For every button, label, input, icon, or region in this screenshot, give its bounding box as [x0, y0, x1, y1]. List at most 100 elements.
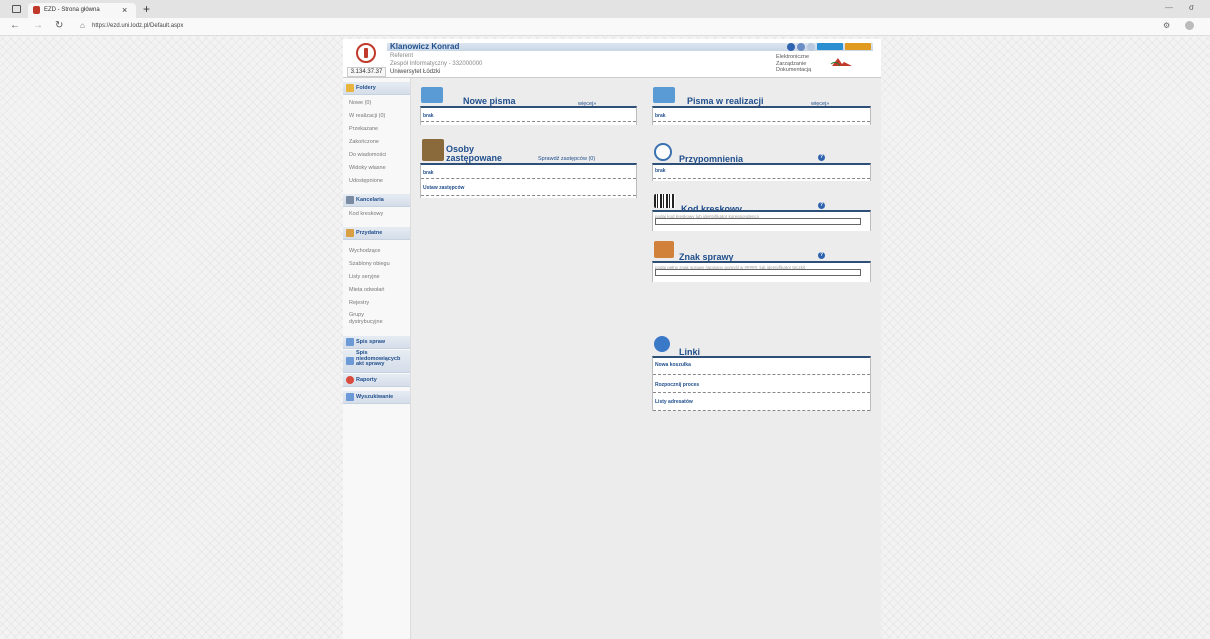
page-header: 3.134.37.37 Klanowicz Konrad Referent Ze… — [343, 39, 881, 78]
sidebar: Foldery Nowe (0) W realizacji (0) Przeka… — [343, 78, 411, 639]
sidebar-item-nowe[interactable]: Nowe (0) — [349, 100, 371, 106]
address-bar: ← → ↻ ⌂ https://ezd.uni.lodz.pl/Default.… — [0, 18, 1210, 36]
znak-sprawy-help-icon[interactable]: ? — [818, 252, 825, 259]
sidebar-section-label: Spis spraw — [356, 339, 386, 345]
tab-title: EZD - Strona główna — [44, 7, 100, 13]
info-icon[interactable] — [807, 43, 815, 51]
case-folder-icon — [654, 241, 674, 258]
sidebar-item-mieta-odwolan[interactable]: Mieta odwołań — [349, 287, 384, 293]
widget-title-pisma-realizacji: Pisma w realizacji — [687, 96, 764, 106]
ezd-favicon-icon — [33, 6, 40, 14]
kod-kreskowy-help-icon[interactable]: ? — [818, 202, 825, 209]
user-name[interactable]: Klanowicz Konrad — [390, 42, 459, 51]
home-icon[interactable]: ⌂ — [80, 21, 85, 30]
info-icon — [654, 336, 670, 352]
list-icon — [346, 338, 354, 346]
pisma-realizacji-box: brak — [652, 106, 871, 125]
forward-icon[interactable]: → — [33, 20, 43, 31]
browser-tab[interactable]: EZD - Strona główna × — [28, 3, 136, 18]
nowe-pisma-box: brak — [420, 106, 637, 125]
sidebar-section-przydatne[interactable]: Przydatne — [343, 227, 410, 240]
barcode-icon — [346, 196, 354, 204]
przypomnienia-box: brak — [652, 163, 871, 181]
sidebar-item-udostepnione[interactable]: Udostępnione — [349, 178, 383, 184]
user-role: Referent — [390, 53, 414, 59]
sidebar-item-przekazane[interactable]: Przekazane — [349, 126, 378, 132]
znak-sprawy-box: podaj pełny znak sprawy (wpisany pomyśl … — [652, 261, 871, 282]
folder-icon — [653, 87, 675, 103]
link-listy-adresatow[interactable]: Listy adresatów — [653, 393, 870, 411]
logout-button[interactable] — [845, 43, 871, 50]
settings-icon[interactable] — [797, 43, 805, 51]
sidebar-section-label: Raporty — [356, 377, 377, 383]
sidebar-item-w-realizacji[interactable]: W realizacji (0) — [349, 113, 385, 119]
znak-sprawy-input[interactable] — [655, 269, 861, 276]
sidebar-item-szablony-obiegu[interactable]: Szablony obiegu — [349, 261, 390, 267]
user-team: Zespół Informatyczny - 332000000 — [390, 61, 483, 67]
clock-icon — [654, 143, 672, 161]
help-icon[interactable] — [787, 43, 795, 51]
list-item: brak — [653, 108, 870, 122]
przypomnienia-help-icon[interactable]: ? — [818, 154, 825, 161]
search-icon — [346, 393, 354, 401]
linki-box: Nowa koszulka Rozpocznij proces Listy ad… — [652, 356, 871, 411]
sidebar-item-wychodzace[interactable]: Wychodzące — [349, 248, 380, 254]
back-icon[interactable]: ← — [10, 20, 20, 31]
sidebar-item-do-wiadomosci[interactable]: Do wiadomości — [349, 152, 386, 158]
sidebar-section-spis-spraw[interactable]: Spis spraw — [343, 336, 410, 349]
sidebar-section-label: Przydatne — [356, 230, 383, 236]
brand-text: Elektroniczne Zarządzanie Dokumentacją — [776, 54, 812, 73]
sidebar-section-label: Foldery — [356, 85, 376, 91]
sidebar-item-grupy-dystrybucyjne[interactable]: Grupy dystrybucyjne — [349, 312, 399, 325]
barcode-icon — [654, 194, 675, 208]
osoby-box: brak Ustaw zastępców — [420, 163, 637, 198]
sidebar-section-label: Kancelaria — [356, 197, 384, 203]
profile-icon[interactable] — [1185, 21, 1194, 30]
list-item: brak — [421, 165, 636, 179]
sidebar-item-listy-seryjne[interactable]: Listy seryjne — [349, 274, 380, 280]
list-icon — [346, 357, 354, 365]
list-item: brak — [653, 165, 870, 179]
link-rozpocznij-proces[interactable]: Rozpocznij proces — [653, 375, 870, 393]
browser-tab-bar: EZD - Strona główna × + — σ — [0, 0, 1210, 18]
widget-title-nowe-pisma: Nowe pisma — [463, 96, 516, 106]
header-toolbar — [787, 43, 871, 51]
folder-icon — [346, 84, 354, 92]
sidebar-section-foldery[interactable]: Foldery — [343, 82, 410, 95]
sidebar-section-raporty[interactable]: Raporty — [343, 374, 410, 387]
url-field[interactable]: https://ezd.uni.lodz.pl/Default.aspx — [92, 23, 183, 29]
close-tab-icon[interactable]: × — [122, 5, 127, 15]
clipboard-icon — [346, 229, 354, 237]
sidebar-item-kod-kreskowy[interactable]: Kod kreskowy — [349, 211, 383, 217]
people-icon — [422, 139, 444, 161]
list-item: brak — [421, 108, 636, 122]
link-nowa-koszulka[interactable]: Nowa koszulka — [653, 358, 870, 375]
ezd-brand-logo-icon — [830, 58, 852, 67]
user-unit: Uniwersytet Łódzki — [390, 69, 441, 75]
window-menu-icon[interactable] — [12, 5, 21, 13]
sidebar-section-label: Spis niedomowiącycb akt sprawy — [356, 350, 401, 367]
folder-icon — [421, 87, 443, 103]
extensions-icon[interactable]: ⚙ — [1163, 21, 1170, 30]
sidebar-section-label: Wyszukiwanie — [356, 394, 394, 400]
sidebar-item-rejestry[interactable]: Rejestry — [349, 300, 369, 306]
widget-title-osoby: Osoby zastępowane — [446, 144, 503, 163]
ustaw-zastepcow-link[interactable]: Ustaw zastępców — [421, 179, 636, 196]
new-tab-icon[interactable]: + — [143, 2, 150, 16]
reload-icon[interactable]: ↻ — [55, 20, 63, 31]
kod-kreskowy-input[interactable] — [655, 218, 861, 225]
minimize-icon[interactable]: — — [1165, 3, 1173, 12]
ezd-logo-icon[interactable] — [356, 43, 376, 63]
pie-chart-icon — [346, 376, 354, 384]
sidebar-item-widoki-wlasne[interactable]: Widoky własne — [349, 165, 386, 171]
kod-kreskowy-box: podaj kod kreskowy lub identyfikator kor… — [652, 210, 871, 231]
restore-icon[interactable]: σ — [1189, 3, 1194, 12]
ezd-page: 3.134.37.37 Klanowicz Konrad Referent Ze… — [343, 39, 881, 639]
sidebar-section-wyszukiwanie[interactable]: Wyszukiwanie — [343, 391, 410, 404]
messages-button[interactable] — [817, 43, 843, 50]
sidebar-section-spis-akt[interactable]: Spis niedomowiącycb akt sprawy — [343, 350, 410, 373]
sidebar-item-zakonczone[interactable]: Zakończone — [349, 139, 379, 145]
sprawdz-zastepcow-link[interactable]: Sprawdź zastępców (0) — [538, 156, 595, 162]
sidebar-section-kancelaria[interactable]: Kancelaria — [343, 194, 410, 207]
ip-address: 3.134.37.37 — [347, 67, 386, 77]
